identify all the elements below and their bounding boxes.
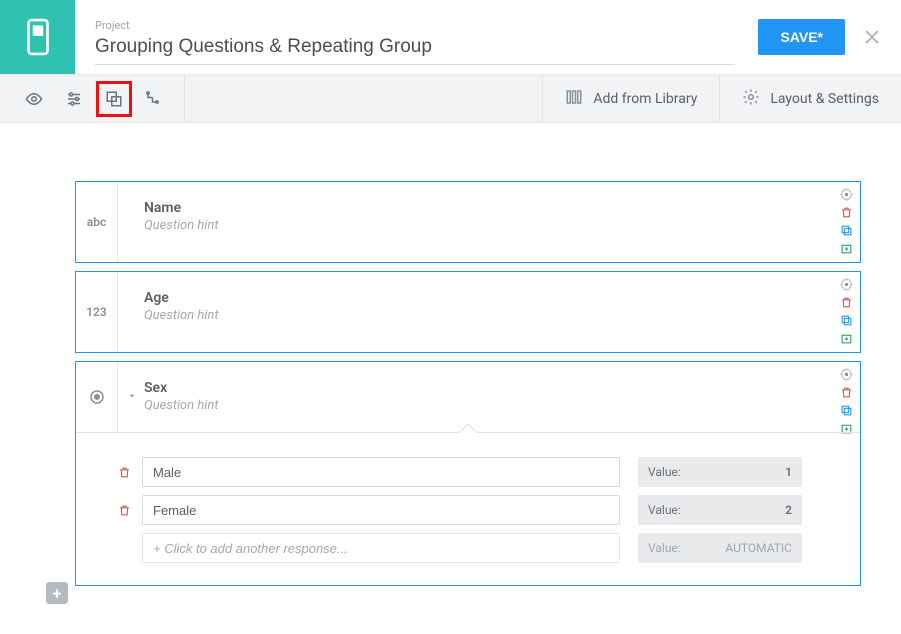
header-actions: SAVE*: [758, 0, 901, 74]
project-area: Project: [75, 0, 758, 74]
question-add-to-library-icon[interactable]: [838, 330, 854, 346]
option-value-label: Value:: [648, 503, 681, 517]
preview-icon[interactable]: [14, 75, 54, 123]
option-value-label: Value:: [648, 465, 681, 479]
question-duplicate-icon[interactable]: [838, 312, 854, 328]
toolbar-separator: [184, 75, 185, 123]
option-row: Value: 2: [116, 495, 844, 525]
question-type-select-one: [76, 362, 118, 432]
close-icon[interactable]: [863, 28, 881, 46]
option-row: Value: 1: [116, 457, 844, 487]
question-settings-icon[interactable]: [838, 366, 854, 382]
option-label-input[interactable]: [142, 495, 620, 525]
add-question-button[interactable]: +: [46, 582, 68, 604]
option-delete-icon[interactable]: [116, 504, 132, 517]
option-value: 1: [785, 465, 792, 479]
layout-settings-label: Layout & Settings: [770, 91, 879, 107]
gear-icon: [742, 88, 760, 110]
insert-cascade-icon[interactable]: [134, 75, 174, 123]
group-questions-icon[interactable]: [96, 81, 132, 117]
option-delete-icon[interactable]: [116, 466, 132, 479]
question-title[interactable]: Sex: [144, 380, 820, 396]
question-type-number: 123: [76, 272, 118, 352]
toolbar: Add from Library Layout & Settings: [0, 75, 901, 123]
question-hint[interactable]: Question hint: [144, 218, 820, 233]
question-settings-icon[interactable]: [838, 276, 854, 292]
project-label: Project: [95, 19, 738, 32]
question-delete-icon[interactable]: [838, 204, 854, 220]
option-add-input[interactable]: [142, 533, 620, 563]
option-label-input[interactable]: [142, 457, 620, 487]
app-header: Project SAVE*: [0, 0, 901, 75]
add-from-library-button[interactable]: Add from Library: [542, 75, 719, 123]
question-delete-icon[interactable]: [838, 384, 854, 400]
question-duplicate-icon[interactable]: [838, 222, 854, 238]
question-title[interactable]: Name: [144, 200, 820, 216]
option-value-label: Value:: [648, 541, 681, 555]
select-options-panel: Value: 1 Value: 2 Value: AUTOMATIC: [76, 432, 860, 585]
question-card-age[interactable]: 123 Age Question hint: [75, 271, 861, 353]
app-logo: [0, 0, 75, 74]
question-delete-icon[interactable]: [838, 294, 854, 310]
question-type-text: abc: [76, 182, 118, 262]
option-value: 2: [785, 503, 792, 517]
question-duplicate-icon[interactable]: [838, 402, 854, 418]
question-hint[interactable]: Question hint: [144, 398, 820, 413]
question-title[interactable]: Age: [144, 290, 820, 306]
add-from-library-label: Add from Library: [593, 91, 697, 107]
question-card-name[interactable]: abc Name Question hint: [75, 181, 861, 263]
option-value: AUTOMATIC: [725, 541, 792, 555]
save-button[interactable]: SAVE*: [758, 19, 845, 55]
question-settings-icon[interactable]: [838, 186, 854, 202]
form-canvas: abc Name Question hint 123 Age Question …: [0, 123, 901, 634]
question-card-sex[interactable]: Sex Question hint Value: 1: [75, 361, 861, 586]
option-add-row: Value: AUTOMATIC: [116, 533, 844, 563]
option-value-box-ghost: Value: AUTOMATIC: [638, 533, 802, 563]
project-title-input[interactable]: [95, 34, 735, 65]
layout-settings-button[interactable]: Layout & Settings: [719, 75, 901, 123]
settings-sliders-icon[interactable]: [54, 75, 94, 123]
library-icon: [565, 88, 583, 110]
question-hint[interactable]: Question hint: [144, 308, 820, 323]
option-value-box[interactable]: Value: 1: [638, 457, 802, 487]
option-value-box[interactable]: Value: 2: [638, 495, 802, 525]
question-add-to-library-icon[interactable]: [838, 240, 854, 256]
